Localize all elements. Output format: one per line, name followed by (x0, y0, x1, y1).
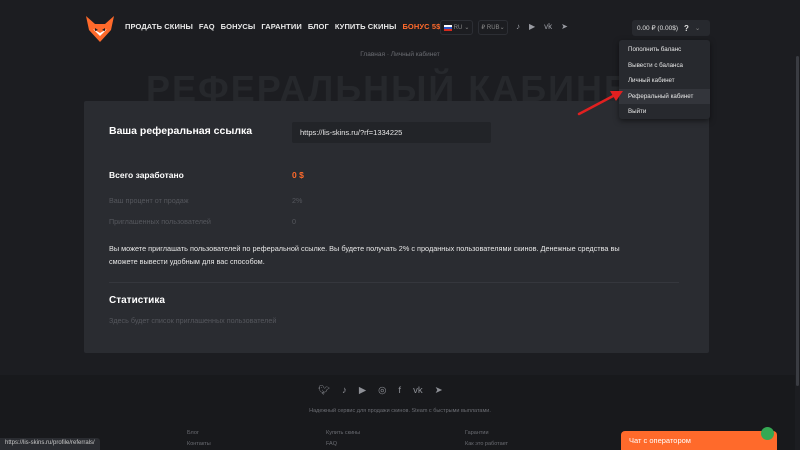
facebook-icon[interactable]: f (398, 385, 401, 396)
footer-col-1: Блог Контакты (187, 428, 211, 450)
footer-link-faq[interactable]: FAQ (326, 439, 360, 450)
tiktok-icon[interactable]: ♪ (516, 22, 520, 31)
menu-topup[interactable]: Пополнить баланс (619, 42, 710, 58)
balance-button[interactable]: 0.00 ₽ (0.00$) ? ⌄ (632, 20, 710, 36)
nav-faq[interactable]: FAQ (199, 22, 215, 31)
help-icon[interactable]: ? (684, 24, 689, 33)
online-indicator-icon (761, 427, 774, 440)
footer-text: Надежный сервис для продажи скинов. Stea… (309, 408, 491, 414)
chat-operator-button[interactable]: Чат с оператором (621, 427, 777, 450)
nav-blog[interactable]: БЛОГ (308, 22, 329, 31)
percent-label: Ваш процент от продаж (109, 196, 189, 205)
telegram-icon[interactable]: ➤ (435, 385, 443, 396)
footer-link-how[interactable]: Как это работает (465, 439, 508, 450)
tiktok-icon[interactable]: ♪ (342, 385, 347, 396)
balance-value: 0.00 ₽ (0.00$) (637, 25, 678, 32)
menu-referral[interactable]: Реферальный кабинет (619, 88, 710, 104)
account-dropdown: Пополнить баланс Вывести с баланса Личны… (619, 40, 710, 119)
currency-value: ₽ RUB (481, 25, 500, 31)
chevron-down-icon: ⌄ (694, 25, 701, 32)
footer-link-blog[interactable]: Блог (187, 428, 211, 439)
footer-col-2: Купить скины FAQ (326, 428, 360, 450)
menu-profile[interactable]: Личный кабинет (619, 73, 710, 89)
menu-logout[interactable]: Выйти (619, 104, 710, 120)
chevron-down-icon: ⌄ (464, 25, 470, 31)
referral-link-label: Ваша реферальная ссылка (109, 125, 253, 137)
invited-value: 0 (292, 217, 296, 226)
status-bar-url: https://lis-skins.ru/profile/referrals/ (0, 438, 100, 450)
instagram-icon[interactable]: ◎ (378, 385, 386, 396)
footer-link-guarantees[interactable]: Гарантии (465, 428, 508, 439)
footer-link-buy[interactable]: Купить скины (326, 428, 360, 439)
earned-label: Всего заработано (109, 170, 184, 180)
nav-bonus[interactable]: БОНУС 5$ (402, 22, 440, 31)
stats-title: Статистика (109, 295, 165, 306)
referral-card: Ваша реферальная ссылка Всего заработано… (84, 101, 709, 353)
stats-empty-text: Здесь будет список приглашенных пользова… (109, 316, 277, 325)
currency-select[interactable]: ₽ RUB ⌄ (478, 20, 508, 35)
referral-description: Вы можете приглашать пользователей по ре… (109, 244, 620, 266)
invited-label: Приглашенных пользователей (109, 217, 211, 226)
divider (109, 282, 679, 283)
referral-link-input[interactable] (292, 122, 491, 143)
nav-bonuses[interactable]: БОНУСЫ (221, 22, 256, 31)
nav-sell-skins[interactable]: ПРОДАТЬ СКИНЫ (125, 22, 193, 31)
vk-icon[interactable]: vk (413, 385, 423, 396)
youtube-icon[interactable]: ▶ (529, 22, 535, 31)
chevron-down-icon: ⌄ (499, 25, 505, 31)
fox-logo[interactable] (84, 14, 116, 44)
footer-social: 🐦︎ ♪ ▶ ◎ f vk ➤ (318, 385, 443, 396)
percent-value: 2% (292, 196, 303, 205)
vk-icon[interactable]: vk (544, 22, 552, 31)
language-value: RU (453, 24, 463, 31)
menu-withdraw[interactable]: Вывести с баланса (619, 58, 710, 74)
scrollbar-thumb[interactable] (796, 56, 799, 386)
header-social: ♪ ▶ vk ➤ (516, 22, 568, 31)
red-arrow-annotation (577, 91, 623, 116)
nav-buy-skins[interactable]: КУПИТЬ СКИНЫ (335, 22, 397, 31)
russia-flag-icon (443, 24, 452, 31)
nav-guarantees[interactable]: ГАРАНТИИ (261, 22, 302, 31)
language-select[interactable]: RU ⌄ (440, 20, 473, 35)
main-nav: ПРОДАТЬ СКИНЫ FAQ БОНУСЫ ГАРАНТИИ БЛОГ К… (125, 22, 440, 31)
telegram-icon[interactable]: ➤ (561, 22, 568, 31)
youtube-icon[interactable]: ▶ (359, 385, 366, 396)
chat-label: Чат с оператором (629, 436, 691, 445)
footer-link-contacts[interactable]: Контакты (187, 439, 211, 450)
earned-value: 0 $ (292, 170, 304, 180)
twitter-icon[interactable]: 🐦︎ (318, 385, 330, 396)
footer-col-3: Гарантии Как это работает (465, 428, 508, 450)
